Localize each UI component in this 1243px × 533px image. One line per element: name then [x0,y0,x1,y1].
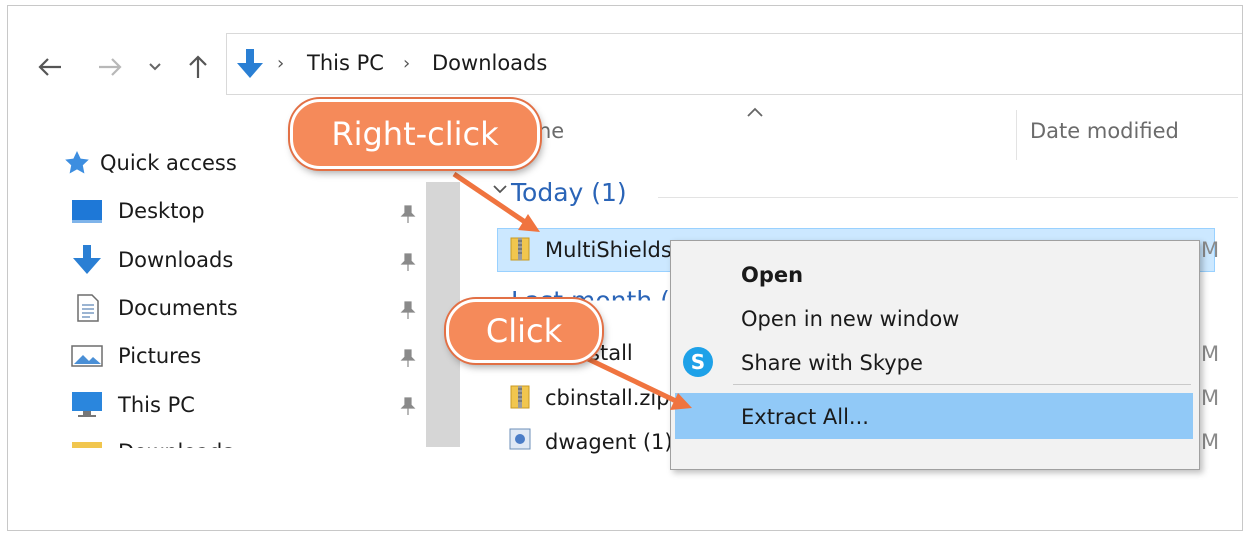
pin-icon[interactable] [400,204,416,224]
breadcrumb-downloads[interactable]: Downloads [432,51,547,75]
sidebar-item-label: Downloads [118,248,234,272]
recent-locations-button[interactable] [144,50,166,84]
arrow-left-icon [38,58,61,76]
pin-icon[interactable] [400,300,416,320]
sidebar-item-quick-access[interactable]: Quick access [62,146,237,180]
star-icon [65,151,89,174]
menu-item-share-with-skype[interactable]: Share with Skype [741,351,923,375]
download-arrow-icon [73,245,101,274]
breadcrumb-separator: › [277,53,285,74]
sidebar-item-label: Pictures [118,344,202,368]
pin-icon[interactable] [400,396,416,416]
document-icon [77,294,99,322]
file-explorer-window: › This PC › Downloads Quick access Deskt… [7,5,1243,531]
up-button[interactable] [184,50,212,84]
file-name: dwagent (1) [545,430,673,454]
menu-item-open[interactable]: Open [741,263,803,287]
sidebar-item-desktop[interactable]: Desktop [70,194,205,228]
file-name: cbinstall.zip [545,386,670,410]
column-header-name[interactable]: ne [538,119,564,143]
desktop-icon [72,200,102,223]
file-date: M [1201,238,1220,262]
sort-ascending-icon[interactable] [746,106,764,118]
download-arrow-icon [237,49,263,78]
group-header-today[interactable]: Today (1) [511,178,627,207]
file-date: M [1201,430,1220,454]
chevron-down-icon[interactable] [492,184,508,196]
menu-item-extract-all[interactable]: Extract All... [741,405,869,429]
sidebar-item-downloads[interactable]: Downloads [70,243,233,277]
address-bar[interactable]: › This PC › Downloads [226,33,1242,95]
installer-icon [509,428,531,450]
sidebar-item-label: Quick access [100,151,237,175]
pictures-icon [71,345,103,367]
computer-icon [72,392,102,417]
folder-icon [72,442,102,448]
column-header-date-modified[interactable]: Date modified [1030,119,1179,143]
sidebar-item-label: Documents [118,296,238,320]
sidebar-item-documents[interactable]: Documents [70,291,238,325]
sidebar-item-label: Desktop [118,199,205,223]
menu-separator [733,384,1191,385]
skype-icon: S [683,347,713,377]
context-menu: Open Open in new window S Share with Sky… [670,240,1200,470]
pin-icon[interactable] [400,252,416,272]
column-divider[interactable] [1016,110,1017,160]
sidebar-item-label: Downloads [118,440,233,448]
zip-folder-icon [510,385,530,409]
breadcrumb-separator: › [403,53,411,74]
zip-folder-icon [510,237,530,261]
file-date: M [1201,342,1220,366]
sidebar-item-label: This PC [118,393,195,417]
group-divider [658,197,1238,198]
menu-item-open-in-new-window[interactable]: Open in new window [741,307,959,331]
sidebar-item-downloads-folder[interactable]: Downloads [70,434,233,448]
breadcrumb-this-pc[interactable]: This PC [307,51,384,75]
callout-click: Click [446,299,602,363]
file-date: M [1201,386,1220,410]
arrow-right-icon [99,58,122,76]
sidebar-item-this-pc[interactable]: This PC [70,388,195,422]
callout-right-click: Right-click [290,99,540,169]
sidebar-item-pictures[interactable]: Pictures [70,339,201,373]
arrow-up-icon [189,55,207,78]
pin-icon[interactable] [400,348,416,368]
back-button[interactable] [36,50,64,84]
forward-button[interactable] [96,50,124,84]
chevron-down-icon [149,63,161,71]
